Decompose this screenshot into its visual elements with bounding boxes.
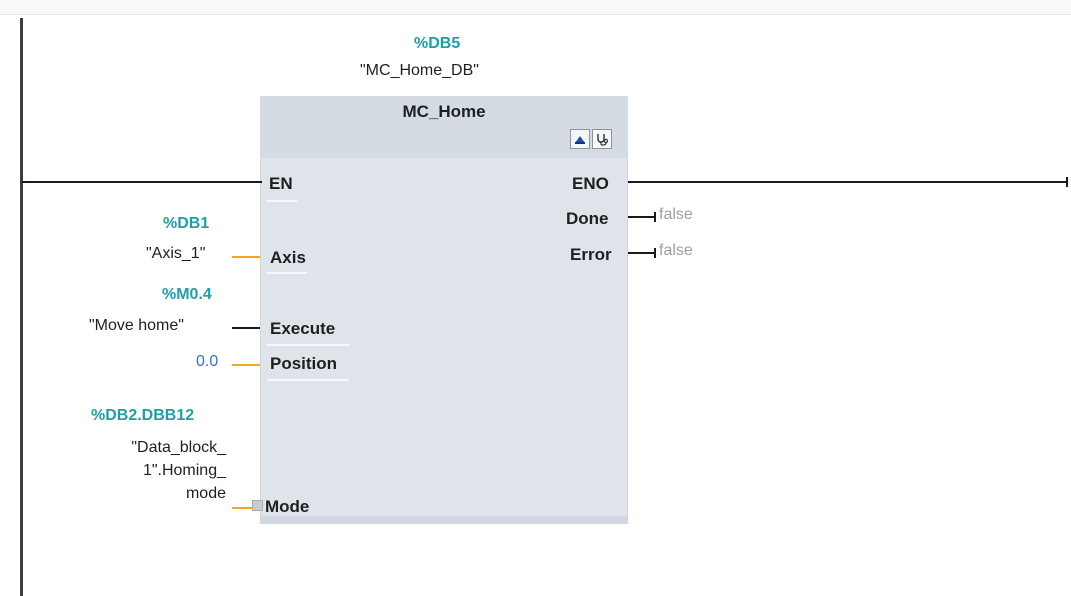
pin-execute-underline bbox=[267, 344, 349, 346]
error-wire-end bbox=[654, 248, 656, 258]
axis-tag[interactable]: "Axis_1" bbox=[146, 245, 205, 263]
pin-mode[interactable]: Mode bbox=[265, 497, 309, 517]
instance-db-address[interactable]: %DB5 bbox=[414, 35, 460, 53]
pin-en[interactable]: EN bbox=[269, 174, 293, 194]
lock-icon[interactable] bbox=[570, 129, 590, 149]
done-wire bbox=[628, 216, 655, 218]
mode-address[interactable]: %DB2.DBB12 bbox=[91, 407, 194, 425]
eno-wire bbox=[628, 181, 1068, 183]
mode-wire bbox=[232, 507, 252, 509]
mc-home-block[interactable] bbox=[260, 96, 628, 524]
axis-wire bbox=[232, 256, 260, 258]
position-wire bbox=[232, 364, 260, 366]
eno-wire-end bbox=[1066, 177, 1068, 187]
diagnostics-icon[interactable] bbox=[592, 129, 612, 149]
power-rail bbox=[20, 18, 23, 596]
pin-axis-underline bbox=[267, 272, 307, 274]
error-value: false bbox=[659, 242, 693, 259]
error-wire bbox=[628, 252, 655, 254]
en-wire bbox=[22, 181, 262, 183]
position-value[interactable]: 0.0 bbox=[196, 353, 218, 371]
mode-tag-line-1: "Data_block_ bbox=[131, 439, 226, 456]
pin-error[interactable]: Error bbox=[570, 245, 612, 265]
execute-wire bbox=[232, 327, 260, 329]
pin-execute[interactable]: Execute bbox=[270, 319, 335, 339]
pin-done[interactable]: Done bbox=[566, 209, 609, 229]
editor-top-band bbox=[0, 0, 1071, 15]
execute-address[interactable]: %M0.4 bbox=[162, 286, 212, 304]
block-title: MC_Home bbox=[402, 102, 486, 121]
mode-tag[interactable]: "Data_block_ 1".Homing_ mode bbox=[84, 436, 226, 505]
instance-db-name[interactable]: "MC_Home_DB" bbox=[360, 62, 479, 80]
axis-address[interactable]: %DB1 bbox=[163, 215, 209, 233]
mode-connector-marker bbox=[252, 500, 263, 511]
execute-tag[interactable]: "Move home" bbox=[89, 317, 184, 335]
done-wire-end bbox=[654, 212, 656, 222]
pin-position[interactable]: Position bbox=[270, 354, 337, 374]
pin-eno[interactable]: ENO bbox=[572, 174, 609, 194]
done-value: false bbox=[659, 206, 693, 223]
pin-position-underline bbox=[267, 379, 349, 381]
pin-axis[interactable]: Axis bbox=[270, 248, 306, 268]
block-footer bbox=[260, 516, 628, 524]
mode-tag-line-3: mode bbox=[185, 485, 226, 502]
pin-en-underline bbox=[267, 200, 297, 202]
mode-tag-line-2: 1".Homing_ bbox=[142, 462, 226, 479]
